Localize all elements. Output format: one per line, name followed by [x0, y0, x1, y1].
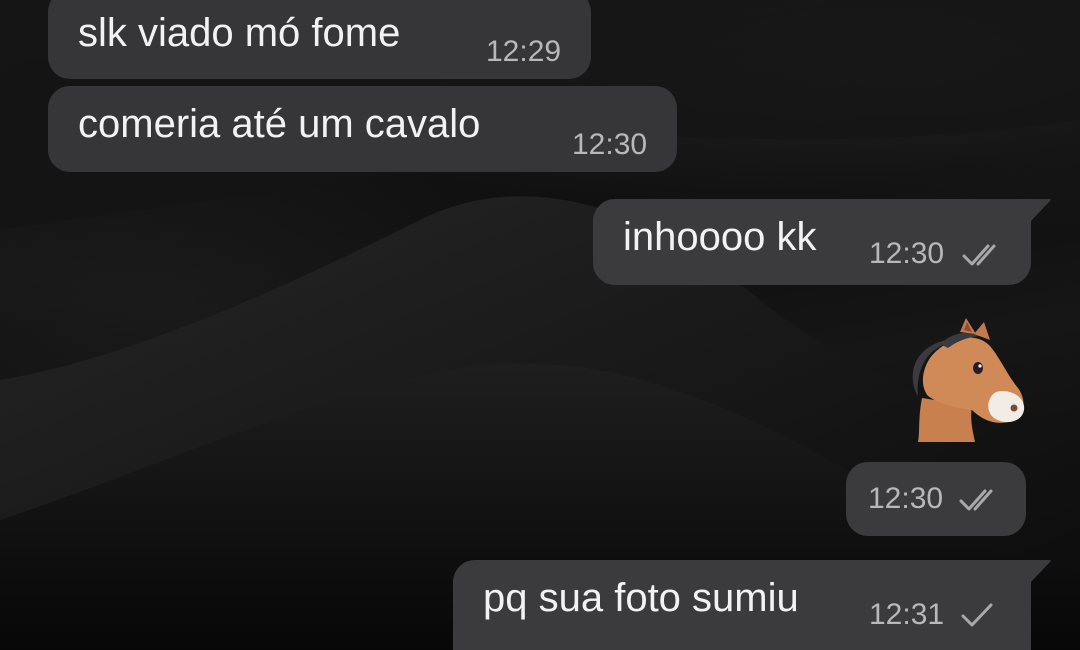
bubble-tail [1022, 560, 1051, 582]
sticker-time-pill: 12:30 [846, 462, 1026, 536]
message-time: 12:30 [869, 237, 945, 270]
message-bubble-outgoing[interactable]: pq sua foto sumiu 12:31 [453, 560, 1031, 650]
bubble-tail [1022, 199, 1051, 221]
message-text: pq sua foto sumiu [483, 576, 799, 620]
message-bubble-outgoing[interactable]: inhoooo kk 12:30 [593, 199, 1031, 285]
message-text: inhoooo kk [623, 215, 817, 259]
read-double-check-icon [962, 244, 996, 266]
message-time: 12:29 [486, 35, 562, 68]
chat-view[interactable]: slk viado mó fome 12:29 comeria até um c… [0, 0, 1080, 650]
message-bubble-incoming[interactable]: comeria até um cavalo 12:30 [48, 86, 677, 172]
message-time: 12:31 [869, 598, 945, 631]
message-text: slk viado mó fome [78, 11, 401, 55]
horse-emoji-icon [912, 318, 1025, 442]
message-bubble-incoming[interactable]: slk viado mó fome 12:29 [48, 0, 591, 79]
message-time: 12:30 [572, 128, 648, 161]
message-time: 12:30 [868, 482, 944, 515]
read-double-check-icon [959, 489, 993, 511]
sent-single-check-icon [961, 603, 993, 627]
message-text: comeria até um cavalo [78, 102, 481, 146]
